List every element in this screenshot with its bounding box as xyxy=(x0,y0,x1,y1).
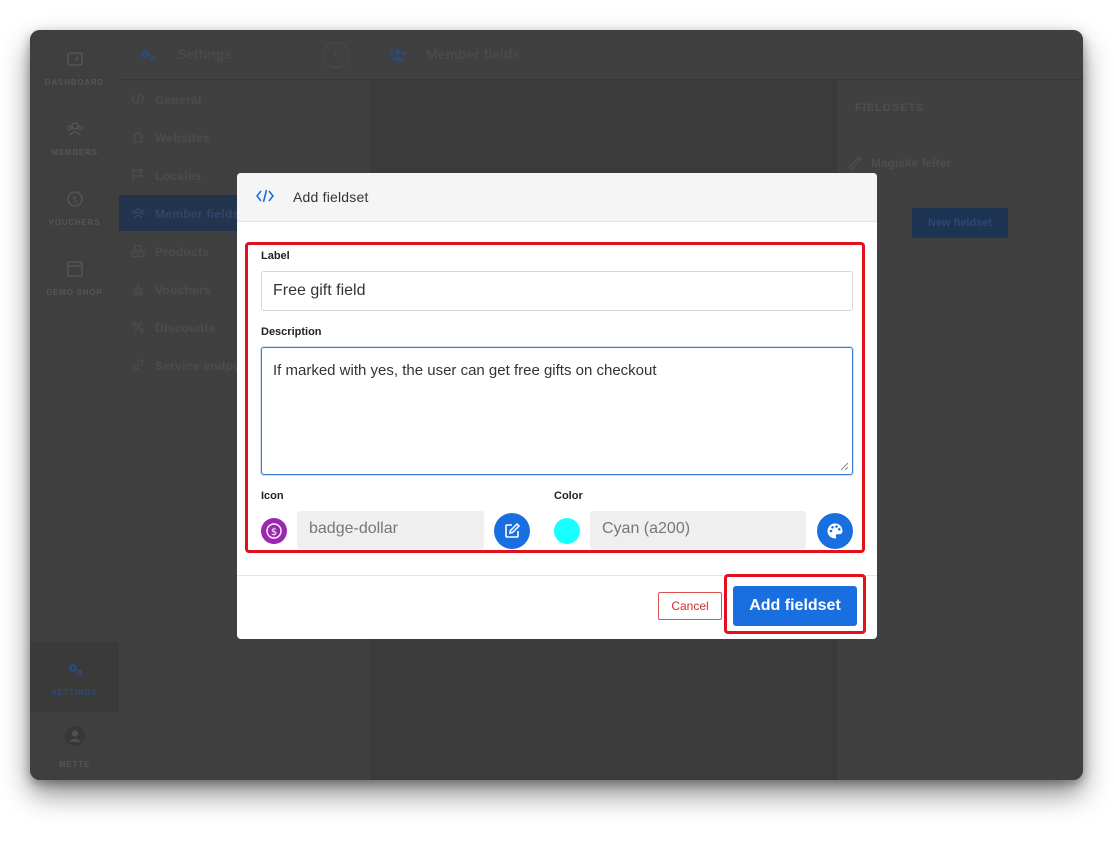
color-caption: Color xyxy=(554,490,583,502)
rail-item-vouchers[interactable]: $ VOUCHERS xyxy=(30,190,119,230)
members-icon xyxy=(390,49,406,61)
user-icon xyxy=(64,726,85,746)
label-caption: Label xyxy=(261,250,290,262)
icon-caption: Icon xyxy=(261,490,284,502)
rail-item-label: DEMO SHOP xyxy=(46,288,103,297)
palette-icon xyxy=(827,523,843,539)
color-input[interactable]: Cyan (a200) xyxy=(590,511,806,549)
pick-color-button[interactable] xyxy=(817,513,853,549)
boxes-icon xyxy=(131,244,145,258)
stamp-icon xyxy=(133,283,143,296)
sidebar-item-label: Products xyxy=(155,245,210,259)
rail-item-demo-shop[interactable]: DEMO SHOP xyxy=(30,260,119,300)
add-fieldset-dialog: Add fieldset Label Free gift field Descr… xyxy=(237,173,877,639)
gears-icon xyxy=(141,50,155,61)
nav-rail: DASHBOARD MEMBERS $ VOUCHERS DEMO SHOP S… xyxy=(30,30,120,780)
rail-item-dashboard[interactable]: DASHBOARD xyxy=(30,50,119,90)
fieldsets-header: FIELDSETS xyxy=(855,102,925,114)
resize-grip-icon[interactable] xyxy=(840,462,849,471)
edit-icon xyxy=(505,522,521,538)
sidebar-item-websites[interactable]: Websites xyxy=(119,119,370,155)
rail-item-settings[interactable]: SETTINGS xyxy=(30,642,119,712)
sidebar-item-general[interactable]: General xyxy=(119,81,370,117)
rail-item-label: SETTINGS xyxy=(51,688,98,697)
home-icon xyxy=(132,131,144,143)
svg-text:$: $ xyxy=(271,527,277,538)
sidebar-item-label: Member fields xyxy=(155,207,240,221)
members-icon xyxy=(66,122,83,136)
link-icon xyxy=(132,359,144,371)
sidebar-item-label: Locales xyxy=(155,169,202,183)
dashboard-icon xyxy=(66,52,83,66)
sidebar-header: Settings ‹ xyxy=(119,30,370,80)
gears-icon xyxy=(68,664,82,676)
icon-preview: $ xyxy=(261,518,287,544)
code-icon xyxy=(256,189,274,203)
rail-item-members[interactable]: MEMBERS xyxy=(30,120,119,160)
percent-icon xyxy=(132,321,144,333)
icon-input[interactable]: badge-dollar xyxy=(297,511,484,549)
collapse-sidebar-button[interactable]: ‹ xyxy=(323,42,349,68)
badge-dollar-icon: $ xyxy=(266,523,282,539)
label-input[interactable]: Free gift field xyxy=(261,271,853,311)
fieldset-item[interactable]: Magiske felter xyxy=(871,156,951,170)
dialog-title: Add fieldset xyxy=(293,189,369,205)
shop-icon xyxy=(66,261,83,277)
voucher-icon: $ xyxy=(66,191,83,207)
rail-item-label: VOUCHERS xyxy=(48,218,101,227)
code-icon xyxy=(131,93,145,105)
sidebar-item-label: Vouchers xyxy=(155,283,212,297)
add-fieldset-button[interactable]: Add fieldset xyxy=(733,586,857,626)
sidebar-item-label: Discounts xyxy=(155,321,216,335)
new-fieldset-button[interactable]: New fieldset xyxy=(912,208,1008,238)
sidebar-item-label: General xyxy=(155,93,202,107)
ruler-icon xyxy=(848,156,862,170)
description-textarea[interactable]: If marked with yes, the user can get fre… xyxy=(261,347,853,475)
flag-icon xyxy=(132,169,144,181)
description-caption: Description xyxy=(261,326,322,338)
page-title: Member fields xyxy=(426,46,521,62)
cancel-button[interactable]: Cancel xyxy=(658,592,722,620)
rail-item-label: DASHBOARD xyxy=(44,78,105,87)
description-text: If marked with yes, the user can get fre… xyxy=(273,362,657,379)
dialog-header: Add fieldset xyxy=(237,173,877,222)
chevron-left-icon: ‹ xyxy=(333,46,339,62)
color-swatch xyxy=(554,518,580,544)
svg-text:$: $ xyxy=(72,196,78,206)
main-header: Member fields xyxy=(370,30,1083,80)
rail-item-user[interactable]: METTE xyxy=(30,726,119,769)
rail-item-label: MEMBERS xyxy=(51,148,98,157)
sidebar-title: Settings xyxy=(177,46,233,62)
members-icon xyxy=(131,208,145,219)
rail-item-label: METTE xyxy=(58,760,91,769)
sidebar-item-label: Websites xyxy=(155,131,210,145)
edit-icon-button[interactable] xyxy=(494,513,530,549)
